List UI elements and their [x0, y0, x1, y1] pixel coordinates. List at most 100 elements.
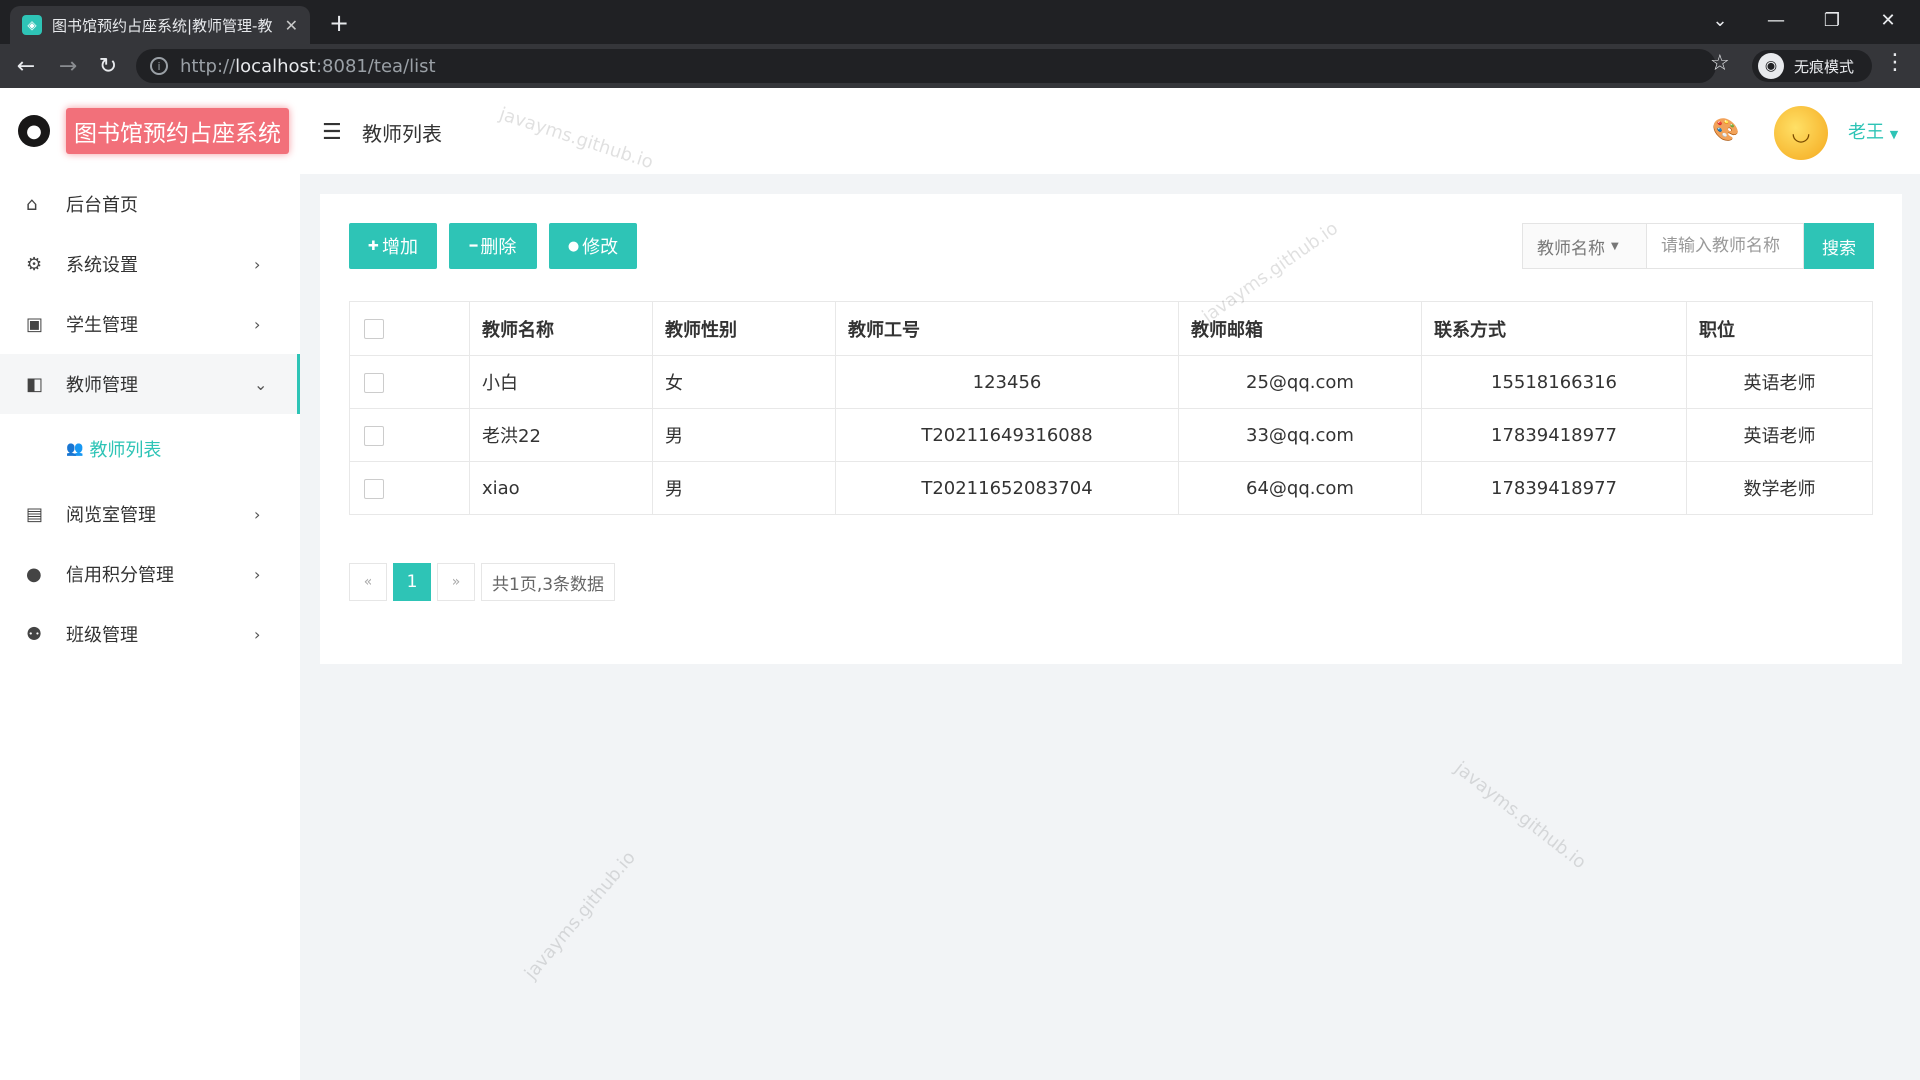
pagination: « 1 » 共1页,3条数据	[349, 563, 616, 601]
sidebar-item-settings[interactable]: ⚙ 系统设置 ›	[0, 234, 300, 294]
row-checkbox[interactable]	[364, 425, 384, 446]
address-bar[interactable]: i http://localhost:8081/tea/list	[136, 49, 1716, 83]
cell-id: T20211649316088	[835, 408, 1179, 462]
remove-user-icon: ━	[469, 238, 478, 254]
add-user-icon: ✚	[368, 238, 379, 254]
restore-icon[interactable]: ❐	[1804, 0, 1860, 40]
chevron-right-icon: ›	[254, 564, 261, 584]
sidebar-item-classes[interactable]: ⚉ 班级管理 ›	[0, 604, 300, 664]
sidebar-item-label: 后台首页	[66, 195, 138, 216]
cell-name: xiao	[469, 461, 653, 515]
user-edit-icon: ●	[567, 238, 580, 254]
sidebar: ● 图书馆预约占座系统 ⌂ 后台首页 ⚙ 系统设置 › ▣ 学生管理 › ◧ 教…	[0, 88, 300, 1080]
chevron-right-icon: ›	[254, 504, 261, 524]
group-icon: ⚉	[26, 623, 43, 645]
search-button[interactable]: 搜索	[1804, 223, 1874, 269]
chevron-right-icon: ›	[254, 624, 261, 644]
cell-position: 数学老师	[1686, 461, 1873, 515]
user-menu[interactable]: 老王 ▼	[1848, 118, 1898, 144]
page-1-button[interactable]: 1	[393, 563, 431, 601]
cell-gender: 男	[652, 408, 836, 462]
col-header: 职位	[1686, 301, 1873, 356]
chevron-down-icon: ⌄	[254, 374, 268, 394]
forward-arrow-icon[interactable]: →	[52, 50, 84, 82]
incognito-indicator[interactable]: ◉ 无痕模式	[1752, 50, 1872, 82]
col-header: 教师邮箱	[1178, 301, 1422, 356]
sidebar-subitem-teacher-list[interactable]: 👥 教师列表	[0, 414, 300, 484]
table-row[interactable]: 小白 女 123456 25@qq.com 15518166316 英语老师	[349, 355, 1873, 409]
prev-page-button[interactable]: «	[349, 563, 387, 601]
back-arrow-icon[interactable]: ←	[10, 50, 42, 82]
sidebar-item-students[interactable]: ▣ 学生管理 ›	[0, 294, 300, 354]
home-icon: ⌂	[26, 193, 38, 215]
palette-icon[interactable]: 🎨	[1712, 118, 1739, 143]
content-card: ✚增加 ━删除 ●修改 教师名称 ▼ 搜索 教师名称 教师性别 教师工号 教师邮箱…	[320, 194, 1902, 664]
col-header: 教师工号	[835, 301, 1179, 356]
cell-position: 英语老师	[1686, 408, 1873, 462]
row-select-cell	[349, 408, 470, 462]
cell-name: 老洪22	[469, 408, 653, 462]
table-header-row: 教师名称 教师性别 教师工号 教师邮箱 联系方式 职位	[349, 301, 1873, 356]
cell-gender: 男	[652, 461, 836, 515]
search-input[interactable]	[1646, 223, 1804, 269]
avatar[interactable]: ◡	[1774, 106, 1828, 160]
brand-name: 图书馆预约占座系统	[66, 108, 289, 154]
browser-tab-bar: ◈ 图书馆预约占座系统|教师管理-教 ✕ + ⌄ — ❐ ✕	[0, 0, 1920, 44]
menu-toggle-icon[interactable]: ☰	[322, 120, 348, 145]
new-tab-icon[interactable]: +	[322, 6, 356, 40]
users-icon: 👥	[66, 441, 84, 457]
tab-title: 图书馆预约占座系统|教师管理-教	[52, 16, 273, 35]
select-all-cell	[349, 301, 470, 356]
teacher-table: 教师名称 教师性别 教师工号 教师邮箱 联系方式 职位 小白 女 123456 …	[349, 301, 1873, 515]
table-row[interactable]: 老洪22 男 T20211649316088 33@qq.com 1783941…	[349, 408, 1873, 462]
edit-button[interactable]: ● 修改	[549, 223, 637, 269]
minimize-icon[interactable]: —	[1748, 0, 1804, 40]
window-close-icon[interactable]: ✕	[1860, 0, 1916, 40]
incognito-icon: ◉	[1758, 53, 1784, 79]
cell-phone: 17839418977	[1421, 461, 1687, 515]
edit-button-label: 修改	[582, 237, 619, 258]
browser-tab[interactable]: ◈ 图书馆预约占座系统|教师管理-教 ✕	[10, 6, 310, 44]
gear-icon: ⚙	[26, 253, 43, 275]
select-all-checkbox[interactable]	[364, 319, 384, 339]
chevron-right-icon: ›	[254, 254, 261, 274]
table-row[interactable]: xiao 男 T20211652083704 64@qq.com 1783941…	[349, 461, 1873, 515]
next-page-button[interactable]: »	[437, 563, 475, 601]
url-host: localhost	[235, 55, 316, 77]
cell-email: 33@qq.com	[1178, 408, 1422, 462]
bookmark-star-icon[interactable]: ☆	[1710, 51, 1730, 76]
url-scheme: http://	[180, 55, 236, 77]
student-badge-icon: ▣	[26, 313, 44, 335]
sidebar-item-label: 教师管理	[66, 375, 138, 396]
delete-button-label: 删除	[480, 237, 517, 258]
browser-toolbar: ← → ↻ i http://localhost:8081/tea/list ☆…	[0, 44, 1920, 88]
search-field-select[interactable]: 教师名称 ▼	[1522, 223, 1646, 269]
sidebar-item-home[interactable]: ⌂ 后台首页	[0, 174, 300, 234]
book-icon: ▤	[26, 503, 44, 525]
sidebar-item-teachers[interactable]: ◧ 教师管理 ⌄	[0, 354, 300, 414]
delete-button[interactable]: ━ 删除	[449, 223, 537, 269]
reload-icon[interactable]: ↻	[92, 50, 124, 82]
row-checkbox[interactable]	[364, 372, 384, 393]
cell-email: 25@qq.com	[1178, 355, 1422, 409]
row-select-cell	[349, 355, 470, 409]
tab-close-icon[interactable]: ✕	[285, 16, 298, 35]
browser-menu-icon[interactable]: ⋮	[1884, 50, 1906, 75]
sidebar-item-reading-rooms[interactable]: ▤ 阅览室管理 ›	[0, 484, 300, 544]
brand[interactable]: ● 图书馆预约占座系统	[0, 88, 300, 174]
add-button[interactable]: ✚ 增加	[349, 223, 437, 269]
caret-down-icon: ▼	[1889, 128, 1899, 141]
col-header: 联系方式	[1421, 301, 1687, 356]
caret-down-icon: ▼	[1611, 240, 1619, 252]
col-header: 教师性别	[652, 301, 836, 356]
url-path: :8081/tea/list	[315, 55, 436, 77]
row-checkbox[interactable]	[364, 478, 384, 499]
sidebar-item-label: 阅览室管理	[66, 505, 156, 526]
col-header: 教师名称	[469, 301, 653, 356]
app-header: ☰ 教师列表 🎨 ◡ 老王 ▼	[300, 88, 1920, 174]
sidebar-item-credit-points[interactable]: ● 信用积分管理 ›	[0, 544, 300, 604]
search-field-label: 教师名称	[1537, 238, 1605, 259]
tab-search-chevron-icon[interactable]: ⌄	[1692, 0, 1748, 40]
site-info-icon[interactable]: i	[150, 57, 168, 75]
pagination-summary: 共1页,3条数据	[481, 563, 616, 601]
